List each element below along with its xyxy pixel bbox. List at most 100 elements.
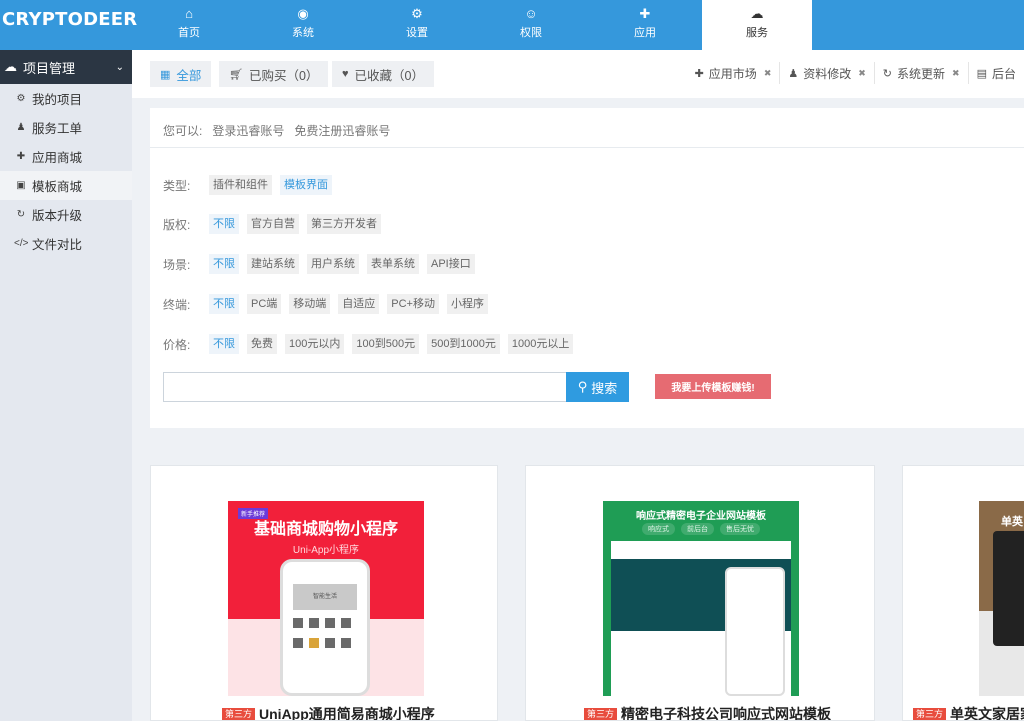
- nav-services[interactable]: ☁ 服务: [702, 0, 812, 50]
- filter-option[interactable]: PC端: [247, 294, 282, 314]
- list-icon: ▤: [976, 67, 987, 80]
- nav-settings-label: 设置: [406, 27, 428, 39]
- template-thumbnail[interactable]: 新手推荐 基础商城购物小程序 Uni-App小程序 智能生活: [228, 501, 424, 696]
- close-icon[interactable]: ✖: [858, 68, 866, 79]
- phone-mockup: 智能生活: [280, 559, 370, 696]
- search-input[interactable]: [163, 372, 567, 402]
- code-icon: </>: [14, 238, 29, 249]
- filter-option[interactable]: 1000元以上: [507, 334, 574, 354]
- product-icon: [293, 638, 303, 648]
- filter-option[interactable]: API接口: [427, 254, 475, 274]
- filter-option-selected[interactable]: 模板界面: [280, 175, 332, 195]
- nav-permissions[interactable]: ☺ 权限: [474, 0, 588, 50]
- filter-option[interactable]: 官方自营: [247, 214, 299, 234]
- filter-option[interactable]: 插件和组件: [209, 175, 272, 195]
- filter-option[interactable]: 自适应: [338, 294, 380, 314]
- sidebar-item-template-store[interactable]: ▣ 模板商城: [0, 171, 132, 200]
- sidebar-item-label: 我的项目: [32, 93, 83, 107]
- sidebar-item-service-tickets[interactable]: ♟ 服务工单: [0, 113, 132, 142]
- filter-option[interactable]: 小程序: [447, 294, 488, 314]
- template-card[interactable]: 新手推荐 基础商城购物小程序 Uni-App小程序 智能生活 第三方 UniAp…: [150, 465, 498, 721]
- thumb-subtitle: Uni-App小程序: [292, 545, 360, 556]
- thumb-pill: 售后无忧: [720, 523, 760, 535]
- filter-option[interactable]: PC+移动: [387, 294, 439, 314]
- filter-option[interactable]: 100元以内: [285, 334, 345, 354]
- sidebar-item-label: 模板商城: [32, 180, 83, 194]
- quick-tab-app-market[interactable]: ✚ 应用市场 ✖: [687, 62, 781, 84]
- nav-home[interactable]: ⌂ 首页: [132, 0, 246, 50]
- phone-banner: 智能生活: [293, 584, 357, 610]
- refresh-icon: ↻: [16, 209, 26, 220]
- divider: [150, 147, 1024, 148]
- close-icon[interactable]: ✖: [952, 68, 960, 79]
- filter-label: 版权:: [163, 217, 191, 232]
- thumb-pills: 响应式 前后台 售后无忧: [603, 523, 799, 535]
- gears-icon: ⚙: [411, 6, 423, 21]
- sidebar-item-app-store[interactable]: ✚ 应用商城: [0, 142, 132, 171]
- tab-bought[interactable]: 🛒︎ 已购买（0）: [219, 61, 329, 87]
- chevron-down-icon[interactable]: ⌄: [116, 62, 124, 73]
- template-title[interactable]: 第三方 精密电子科技公司响应式网站模板: [584, 704, 831, 720]
- nav-system-label: 系统: [292, 27, 314, 39]
- nav-permissions-label: 权限: [520, 27, 542, 39]
- nav-apps[interactable]: ✚ 应用: [588, 0, 702, 50]
- filter-option-selected[interactable]: 不限: [209, 334, 239, 354]
- globe-icon: ◉: [297, 6, 309, 21]
- filter-option[interactable]: 免费: [247, 334, 277, 354]
- quick-tab-profile-edit[interactable]: ♟ 资料修改 ✖: [780, 62, 875, 84]
- login-link[interactable]: 登录迅睿账号: [212, 122, 284, 139]
- puzzle-icon: ✚: [694, 67, 704, 80]
- cloud-icon: ☁: [4, 59, 17, 74]
- app-logo[interactable]: CRYPTODEER: [0, 0, 137, 50]
- tab-bought-label: 已购买（0）: [248, 68, 319, 83]
- filter-option[interactable]: 移动端: [289, 294, 331, 314]
- filter-option[interactable]: 第三方开发者: [307, 214, 381, 234]
- tab-favorited[interactable]: ♥ 已收藏（0）: [332, 61, 434, 87]
- filter-option-selected[interactable]: 不限: [209, 254, 239, 274]
- filter-label: 场景:: [163, 257, 191, 272]
- heart-icon: ♥: [342, 68, 349, 80]
- nav-system[interactable]: ◉ 系统: [246, 0, 360, 50]
- sidebar-item-file-compare[interactable]: </> 文件对比: [0, 229, 132, 258]
- tab-all[interactable]: ▦ 全部: [150, 61, 212, 87]
- cloud-icon: ☁: [750, 6, 764, 21]
- hint-prefix: 您可以:: [163, 124, 203, 138]
- template-title[interactable]: 第三方 UniApp通用简易商城小程序: [222, 704, 435, 720]
- quick-tab-system-update[interactable]: ↻ 系统更新 ✖: [875, 62, 969, 84]
- register-link[interactable]: 免费注册迅睿账号: [294, 122, 390, 139]
- account-hint: 您可以: 登录迅睿账号 免费注册迅睿账号: [163, 122, 390, 139]
- template-card[interactable]: 单英 第三方 单英文家居家: [902, 465, 1024, 721]
- template-thumbnail[interactable]: 响应式精密电子企业网站模板 响应式 前后台 售后无忧: [603, 501, 799, 696]
- product-icon: [325, 618, 335, 628]
- sidebar-item-label: 文件对比: [32, 238, 83, 252]
- cart-icon: 🛒︎: [229, 68, 243, 81]
- filter-label: 类型:: [163, 178, 191, 193]
- filter-option[interactable]: 用户系统: [307, 254, 359, 274]
- puzzle-icon: ✚: [16, 151, 26, 162]
- search-button-label: 搜索: [591, 380, 618, 396]
- user-tie-icon: ♟: [16, 122, 26, 133]
- quick-tabs: ✚ 应用市场 ✖ ♟ 资料修改 ✖ ↻ 系统更新 ✖ ▤ 后台: [687, 62, 1024, 84]
- sidebar-header[interactable]: ☁ 项目管理 ⌄: [0, 50, 132, 84]
- sidebar-item-version-upgrade[interactable]: ↻ 版本升级: [0, 200, 132, 229]
- filter-option-selected[interactable]: 不限: [209, 214, 239, 234]
- search-button[interactable]: ⚲ 搜索: [566, 372, 629, 402]
- nav-home-label: 首页: [178, 27, 200, 39]
- sidebar-item-my-projects[interactable]: ⚙ 我的项目: [0, 84, 132, 113]
- filter-option[interactable]: 100到500元: [352, 334, 420, 354]
- filter-terminal: 终端: 不限 PC端 移动端 自适应 PC+移动 小程序: [163, 294, 496, 314]
- filter-label: 价格:: [163, 337, 191, 352]
- template-card[interactable]: 响应式精密电子企业网站模板 响应式 前后台 售后无忧 第三方 精密电子科技公司响…: [525, 465, 875, 721]
- close-icon[interactable]: ✖: [764, 68, 772, 79]
- quick-tab-backend[interactable]: ▤ 后台: [969, 62, 1024, 84]
- filter-option-selected[interactable]: 不限: [209, 294, 239, 314]
- template-thumbnail[interactable]: 单英: [979, 501, 1024, 696]
- filter-option[interactable]: 500到1000元: [427, 334, 500, 354]
- nav-settings[interactable]: ⚙ 设置: [360, 0, 474, 50]
- third-party-badge: 第三方: [222, 707, 256, 720]
- sidebar-header-label: 项目管理: [23, 60, 76, 76]
- template-title[interactable]: 第三方 单英文家居家: [913, 704, 1024, 720]
- filter-option[interactable]: 建站系统: [247, 254, 299, 274]
- filter-option[interactable]: 表单系统: [367, 254, 419, 274]
- upload-template-button[interactable]: 我要上传模板赚钱!: [655, 374, 771, 399]
